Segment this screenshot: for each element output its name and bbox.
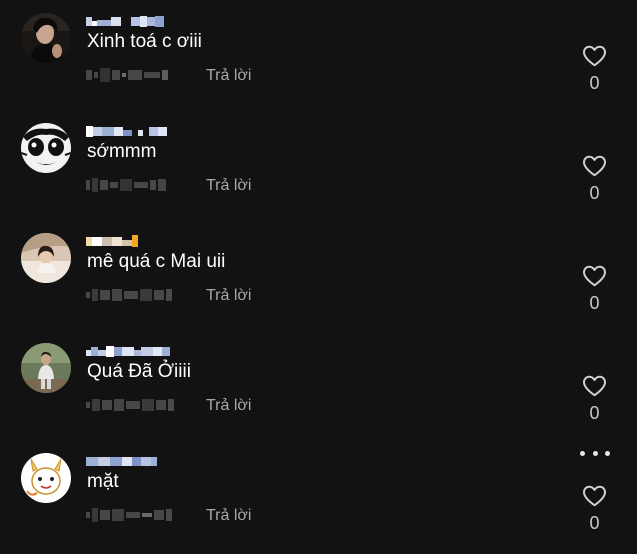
comment-item: sớmmm Trả lời 0 [0, 110, 637, 220]
username-redacted[interactable] [86, 15, 164, 27]
reply-link[interactable]: Trả lời [206, 506, 251, 526]
comment-text: sớmmm [87, 141, 157, 162]
reply-link[interactable]: Trả lời [206, 66, 251, 86]
timestamp-redacted [86, 398, 186, 412]
comment-meta: Trả lời [86, 504, 251, 526]
avatar-image [21, 233, 71, 283]
heart-outline-icon[interactable] [582, 155, 607, 177]
reply-link[interactable]: Trả lời [206, 286, 251, 306]
comment-text: Quá Đã Ởiiii [87, 361, 191, 382]
username-redacted[interactable] [86, 455, 157, 467]
avatar[interactable] [21, 233, 71, 283]
username-redacted[interactable] [86, 235, 138, 247]
comment-item: Xinh toá c ơiii Trả lời 0 [0, 0, 637, 110]
comment-meta: Trả lời [86, 174, 251, 196]
comment-item: mặt Trả lời 0 [0, 440, 637, 550]
comment-text: Xinh toá c ơiii [87, 31, 202, 52]
comment-meta: Trả lời [86, 394, 251, 416]
avatar-image [21, 13, 71, 63]
comment-text: mê quá c Mai uii [87, 251, 226, 272]
like-count: 0 [589, 403, 600, 423]
heart-outline-icon[interactable] [582, 265, 607, 287]
avatar[interactable] [21, 453, 71, 503]
like-count: 0 [589, 183, 600, 203]
timestamp-redacted [86, 68, 186, 82]
avatar[interactable] [21, 123, 71, 173]
like-count: 0 [589, 73, 600, 93]
comment-text: mặt [87, 471, 119, 492]
comment-item: mê quá c Mai uii Trả lời 0 [0, 220, 637, 330]
heart-outline-icon[interactable] [582, 375, 607, 397]
comment-meta: Trả lời [86, 284, 251, 306]
like-count: 0 [589, 293, 600, 313]
comment-meta: Trả lời [86, 64, 251, 86]
avatar[interactable] [21, 343, 71, 393]
reply-link[interactable]: Trả lời [206, 176, 251, 196]
avatar-image [21, 343, 71, 393]
avatar-image [21, 453, 71, 503]
avatar[interactable] [21, 13, 71, 63]
heart-outline-icon[interactable] [582, 45, 607, 67]
username-redacted[interactable] [86, 345, 170, 357]
timestamp-redacted [86, 508, 186, 522]
like-count: 0 [589, 513, 600, 533]
avatar-image [21, 123, 71, 173]
timestamp-redacted [86, 178, 186, 192]
heart-outline-icon[interactable] [582, 485, 607, 507]
comment-item: Quá Đã Ởiiii Trả lời 0 [0, 330, 637, 440]
timestamp-redacted [86, 288, 186, 302]
username-redacted[interactable] [86, 125, 167, 137]
more-options-icon[interactable] [580, 448, 610, 458]
reply-link[interactable]: Trả lời [206, 396, 251, 416]
